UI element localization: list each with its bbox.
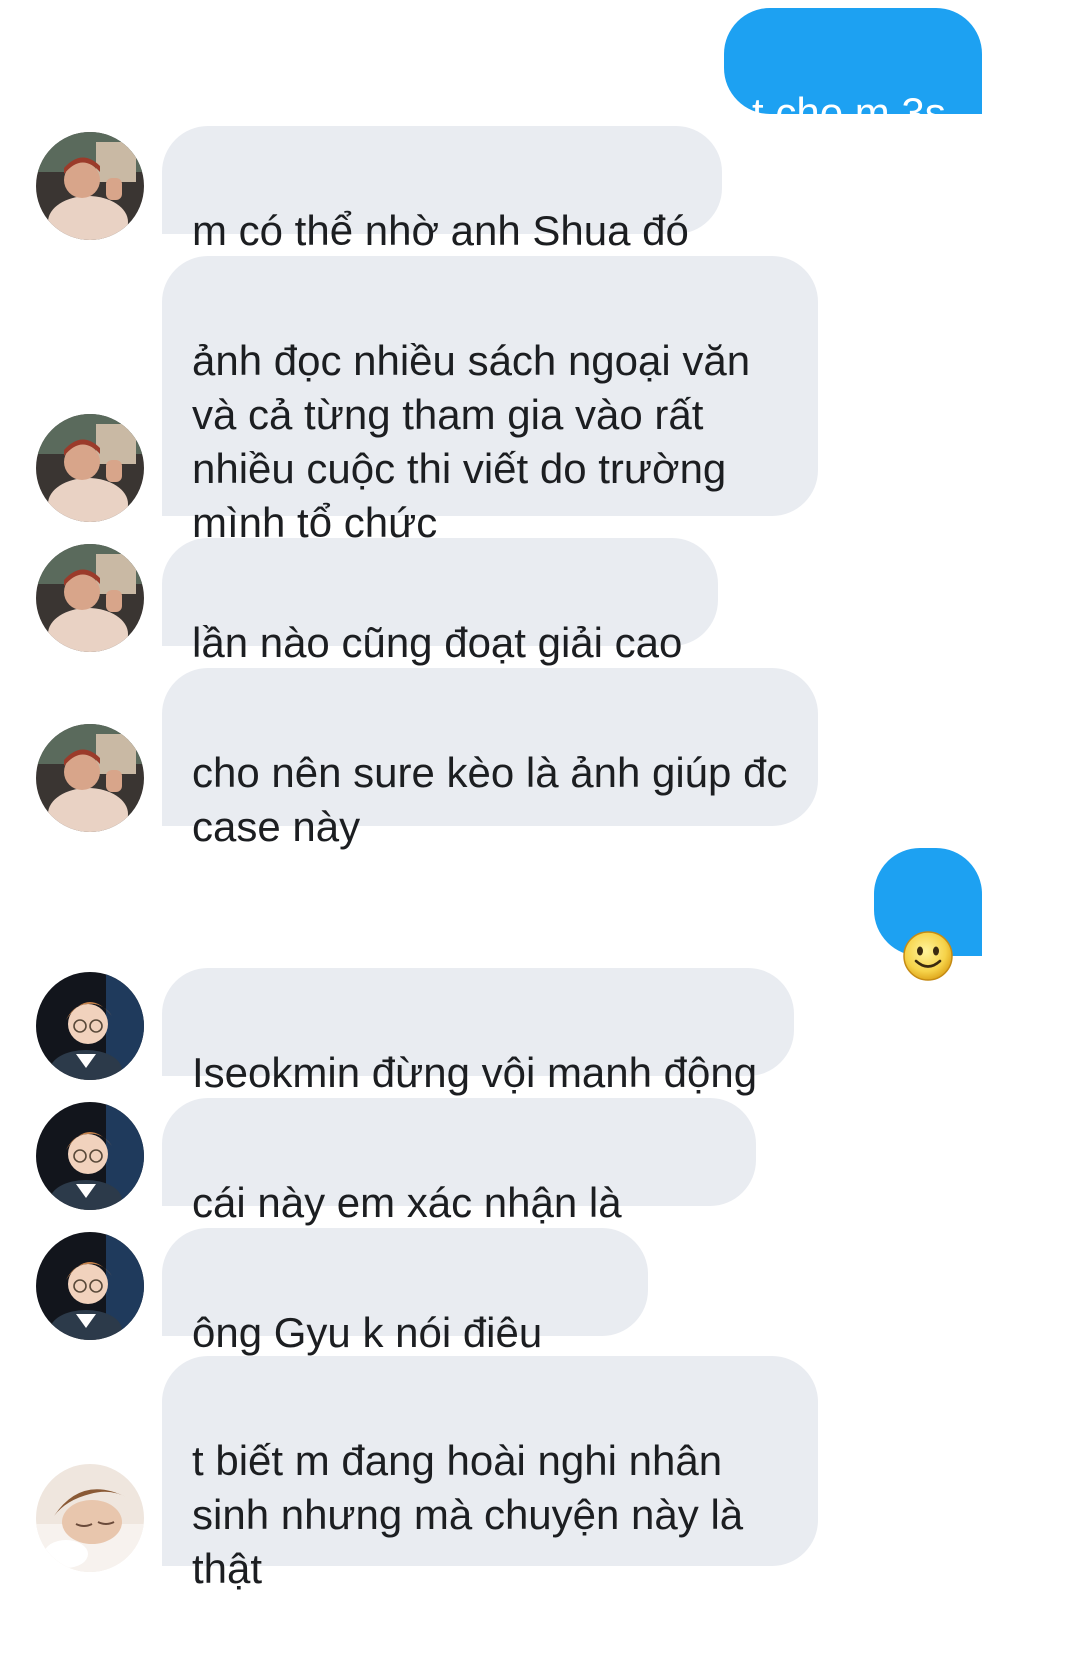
conversation-thread[interactable]: t cho m 3s m có thể nhờ anh Shua đó ảnh … — [0, 0, 1080, 1666]
user-avatar-photo-1 — [36, 544, 144, 652]
incoming-message-bubble[interactable]: t biết m đang hoài nghi nhân sinh nhưng … — [162, 1356, 818, 1592]
incoming-message-bubble[interactable]: cái này em xác nhận là đúng — [162, 1098, 756, 1280]
user-avatar-photo-2 — [36, 1102, 144, 1210]
avatar[interactable] — [36, 414, 144, 522]
avatar[interactable] — [36, 1464, 144, 1572]
avatar[interactable] — [36, 724, 144, 832]
outgoing-message-bubble[interactable] — [874, 848, 982, 981]
message-text: cho nên sure kèo là ảnh giúp đc case này — [192, 749, 788, 850]
message-text: t cho m 3s — [752, 89, 946, 136]
user-avatar-photo-2 — [36, 972, 144, 1080]
incoming-message-bubble[interactable]: lần nào cũng đoạt giải cao — [162, 538, 718, 666]
avatar[interactable] — [36, 1102, 144, 1210]
user-avatar-photo-3 — [36, 1464, 144, 1572]
incoming-message-bubble[interactable]: ông Gyu k nói điêu đâu — [162, 1228, 648, 1410]
user-avatar-photo-1 — [36, 414, 144, 522]
message-text: lần nào cũng đoạt giải cao — [192, 619, 683, 666]
user-avatar-photo-1 — [36, 724, 144, 832]
incoming-message-bubble[interactable]: ảnh đọc nhiều sách ngoại văn và cả từng … — [162, 256, 818, 546]
avatar[interactable] — [36, 544, 144, 652]
message-text: ảnh đọc nhiều sách ngoại văn và cả từng … — [192, 337, 751, 546]
incoming-message-bubble[interactable]: cho nên sure kèo là ảnh giúp đc case này — [162, 668, 818, 850]
outgoing-message-bubble[interactable]: t cho m 3s — [724, 8, 982, 136]
user-avatar-photo-2 — [36, 1232, 144, 1340]
incoming-message-bubble[interactable]: Iseokmin đừng vội manh động — [162, 968, 794, 1096]
avatar[interactable] — [36, 132, 144, 240]
message-text: t biết m đang hoài nghi nhân sinh nhưng … — [192, 1437, 744, 1592]
message-text: m có thể nhờ anh Shua đó — [192, 207, 689, 254]
avatar[interactable] — [36, 1232, 144, 1340]
smiling-face-icon — [903, 931, 953, 981]
avatar[interactable] — [36, 972, 144, 1080]
message-text: Iseokmin đừng vội manh động — [192, 1049, 758, 1096]
incoming-message-bubble[interactable]: m có thể nhờ anh Shua đó — [162, 126, 722, 254]
user-avatar-photo-1 — [36, 132, 144, 240]
